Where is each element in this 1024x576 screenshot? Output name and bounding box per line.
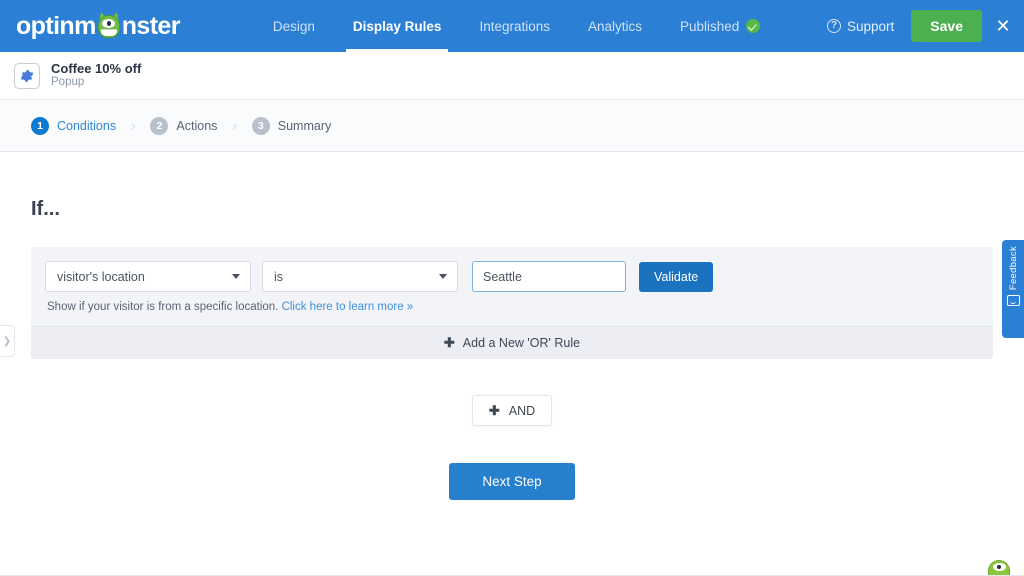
step-number: 2 — [150, 116, 169, 135]
logo-text-before: optinm — [16, 11, 96, 40]
nav-item-published[interactable]: Published — [661, 0, 779, 52]
campaign-subheader: Coffee 10% off Popup — [0, 52, 1024, 100]
condition-value-input[interactable] — [472, 261, 626, 292]
condition-field-value: visitor's location — [57, 269, 145, 284]
learn-more-link[interactable]: Click here to learn more » — [282, 301, 414, 313]
condition-operator-select[interactable]: is — [262, 261, 458, 292]
step-actions[interactable]: 2 Actions — [150, 116, 218, 135]
page-title: If... — [31, 198, 60, 220]
helper-text: Show if your visitor is from a specific … — [47, 301, 279, 313]
close-icon[interactable]: ✕ — [982, 0, 1024, 52]
feedback-label: Feedback — [1007, 246, 1019, 291]
monster-mascot-icon — [96, 10, 122, 39]
nav-label: Integrations — [479, 18, 550, 34]
validate-button[interactable]: Validate — [639, 261, 714, 292]
step-separator-icon: › — [131, 118, 136, 133]
monster-mascot-icon[interactable] — [988, 558, 1010, 576]
add-and-rule-button[interactable]: ✚ AND — [471, 395, 553, 426]
top-navigation-bar: optinm nster Design Display Rules Integr… — [0, 0, 1024, 52]
main-content: If... visitor's location is Validate Sho… — [0, 152, 1024, 500]
logo-text-after: nster — [121, 11, 181, 40]
and-label: AND — [508, 403, 536, 418]
wizard-stepper: 1 Conditions › 2 Actions › 3 Summary — [0, 100, 1024, 152]
logo-text: optinm nster — [16, 10, 181, 40]
nav-label: Design — [272, 18, 315, 34]
support-button[interactable]: ? Support — [827, 19, 894, 34]
step-number: 3 — [251, 116, 270, 135]
step-conditions[interactable]: 1 Conditions — [31, 116, 117, 135]
condition-field-select[interactable]: visitor's location — [45, 261, 251, 292]
next-step-button[interactable]: Next Step — [449, 463, 575, 500]
add-or-rule-button[interactable]: ✚ Add a New 'OR' Rule — [31, 326, 993, 359]
step-number: 1 — [31, 116, 49, 135]
nav-item-integrations[interactable]: Integrations — [460, 0, 569, 52]
plus-icon: ✚ — [443, 335, 455, 350]
sidebar-expand-toggle[interactable]: ❯ — [0, 325, 15, 357]
optinmonster-logo[interactable]: optinm nster — [16, 0, 180, 52]
rule-panel: visitor's location is Validate Show if y… — [31, 247, 993, 359]
nav-item-display-rules[interactable]: Display Rules — [334, 0, 461, 52]
and-button-row: ✚ AND — [0, 395, 1024, 426]
rule-row: visitor's location is Validate — [31, 247, 993, 292]
nav-label: Analytics — [587, 18, 643, 34]
chevron-down-icon — [232, 274, 240, 279]
step-summary[interactable]: 3 Summary — [251, 116, 332, 135]
published-check-badge-icon — [746, 19, 761, 33]
top-bar-actions: ? Support Save ✕ — [827, 0, 1024, 52]
campaign-meta: Coffee 10% off Popup — [51, 61, 141, 90]
chevron-down-icon — [439, 274, 447, 279]
main-nav: Design Display Rules Integrations Analyt… — [254, 0, 779, 52]
plus-icon: ✚ — [488, 402, 500, 418]
rule-helper-text: Show if your visitor is from a specific … — [31, 292, 993, 326]
next-step-row: Next Step — [0, 463, 1024, 500]
gear-icon[interactable] — [14, 62, 40, 89]
optinmonster-app: optinm nster Design Display Rules Integr… — [0, 0, 1024, 576]
feedback-tab[interactable]: Feedback — [1002, 240, 1024, 338]
nav-item-design[interactable]: Design — [254, 0, 334, 52]
nav-label: Published — [680, 18, 740, 34]
question-circle-icon: ? — [827, 19, 841, 33]
step-separator-icon: › — [232, 118, 237, 133]
step-label: Actions — [176, 118, 218, 133]
step-label: Conditions — [57, 118, 117, 133]
support-label: Support — [847, 18, 895, 34]
nav-label: Display Rules — [352, 18, 442, 34]
campaign-type: Popup — [51, 76, 85, 89]
nav-item-analytics[interactable]: Analytics — [569, 0, 661, 52]
save-button[interactable]: Save — [911, 10, 982, 42]
condition-operator-value: is — [274, 269, 284, 284]
add-or-rule-label: Add a New 'OR' Rule — [462, 336, 581, 350]
step-label: Summary — [277, 118, 332, 133]
feedback-icon — [1006, 295, 1020, 307]
campaign-title: Coffee 10% off — [51, 61, 142, 77]
chevron-right-icon: ❯ — [2, 335, 12, 347]
